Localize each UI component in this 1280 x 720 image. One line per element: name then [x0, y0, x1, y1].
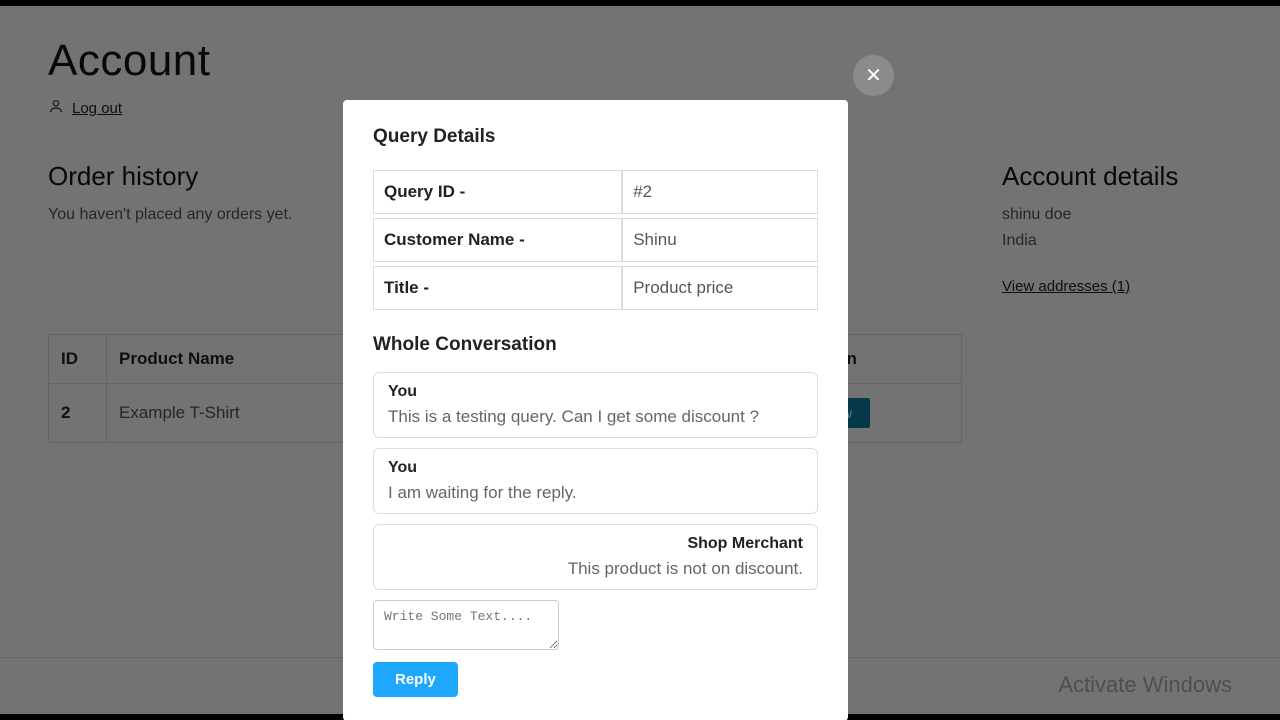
message-sender: Shop Merchant: [388, 535, 803, 553]
reply-button[interactable]: Reply: [373, 662, 458, 697]
customer-value: Shinu: [622, 218, 818, 262]
message-you-1: You This is a testing query. Can I get s…: [373, 372, 818, 438]
title-label: Title -: [373, 266, 622, 310]
message-merchant: Shop Merchant This product is not on dis…: [373, 524, 818, 590]
customer-label: Customer Name -: [373, 218, 622, 262]
message-sender: You: [388, 459, 803, 477]
modal-title: Query Details: [373, 126, 818, 148]
query-details-modal: Query Details Query ID - #2 Customer Nam…: [343, 100, 848, 720]
reply-textarea[interactable]: [373, 600, 559, 650]
close-icon: ✕: [865, 63, 882, 88]
message-text: This is a testing query. Can I get some …: [388, 407, 803, 427]
title-value: Product price: [622, 266, 818, 310]
conversation-title: Whole Conversation: [373, 334, 818, 356]
query-details-table: Query ID - #2 Customer Name - Shinu Titl…: [373, 166, 818, 314]
message-sender: You: [388, 383, 803, 401]
query-id-label: Query ID -: [373, 170, 622, 214]
close-button[interactable]: ✕: [853, 55, 894, 96]
query-id-value: #2: [622, 170, 818, 214]
message-text: I am waiting for the reply.: [388, 483, 803, 503]
message-you-2: You I am waiting for the reply.: [373, 448, 818, 514]
message-text: This product is not on discount.: [388, 559, 803, 579]
